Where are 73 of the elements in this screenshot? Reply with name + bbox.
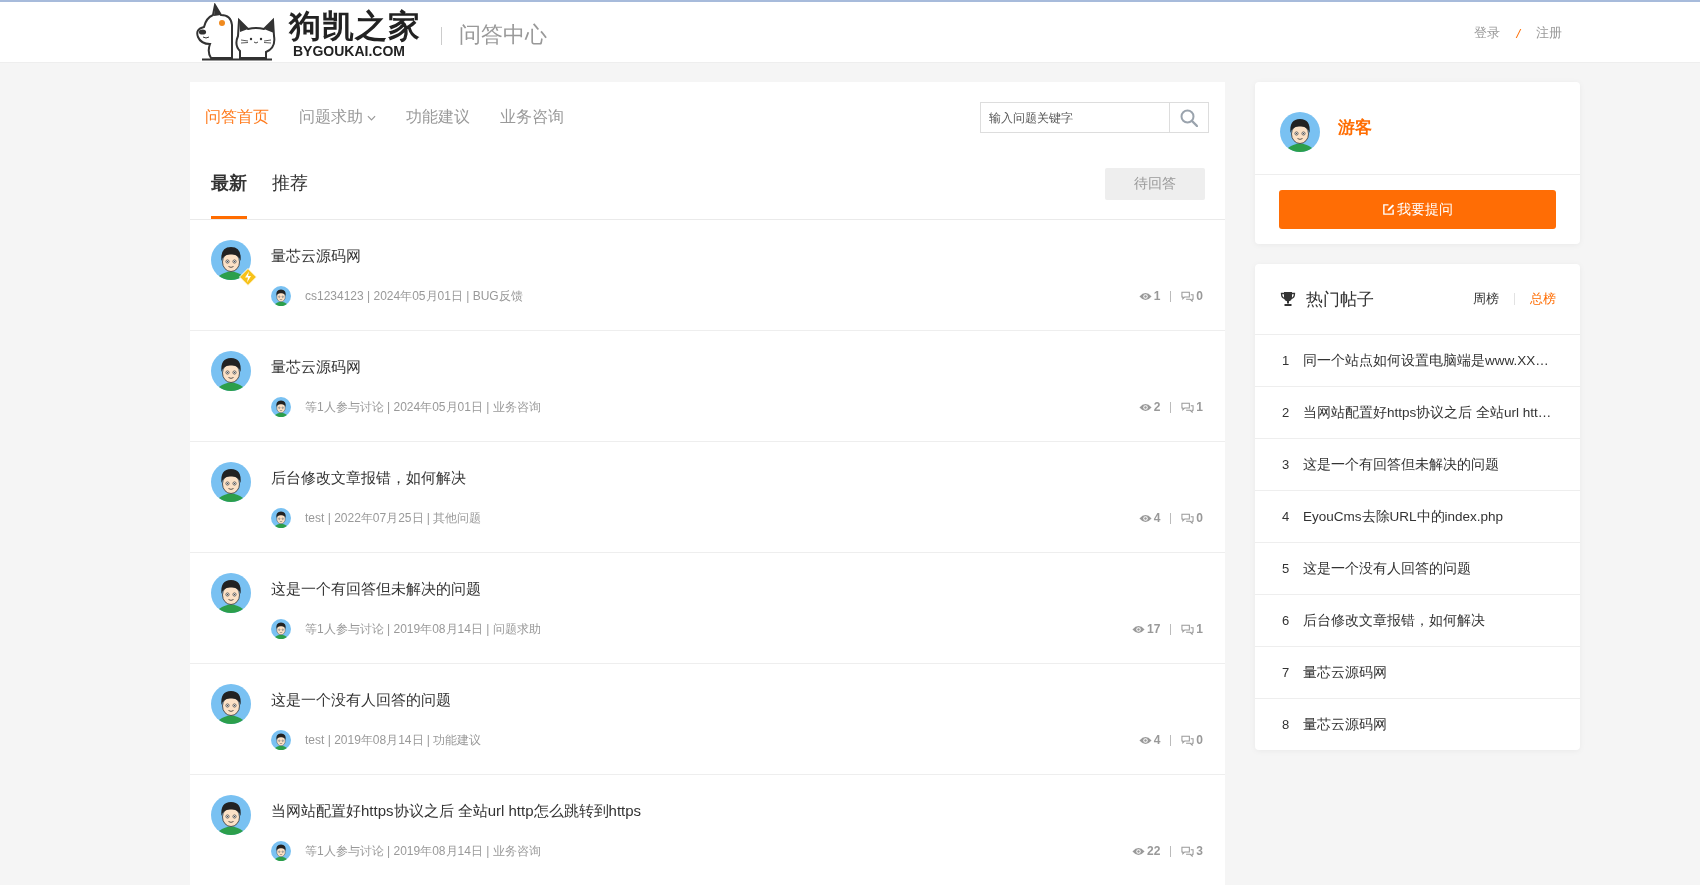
hot-posts-title: 热门帖子 — [1306, 288, 1374, 311]
logo-domain: BYGOUKAI.COM — [293, 43, 405, 59]
hot-post-title[interactable]: 量芯云源码网 — [1303, 715, 1387, 734]
comment-icon — [1181, 512, 1195, 524]
hot-post-title[interactable]: 这是一个有回答但未解决的问题 — [1303, 455, 1499, 474]
search-button[interactable] — [1170, 102, 1209, 133]
answer-count: 0 — [1196, 733, 1203, 747]
hot-post-title[interactable]: 量芯云源码网 — [1303, 663, 1387, 682]
avatar-icon — [1280, 112, 1320, 152]
view-count: 2 — [1153, 400, 1161, 414]
eye-icon — [1138, 291, 1152, 301]
view-count: 17 — [1146, 622, 1161, 636]
answer-count: 0 — [1196, 511, 1203, 525]
view-count: 4 — [1153, 733, 1161, 747]
hot-post-title[interactable]: 当网站配置好https协议之后 全站url htt… — [1303, 403, 1552, 422]
rank-number: 4 — [1282, 509, 1291, 524]
ranking-tab[interactable]: 周榜 — [1473, 290, 1499, 308]
comment-icon — [1181, 845, 1195, 857]
avatar-icon — [211, 240, 251, 280]
answer-count: 0 — [1196, 289, 1203, 303]
rank-number: 3 — [1282, 457, 1291, 472]
hot-post-title[interactable]: 后台修改文章报错，如何解决 — [1303, 611, 1485, 630]
edit-icon — [1382, 203, 1395, 216]
comment-icon — [1181, 734, 1195, 746]
rank-number: 2 — [1282, 405, 1291, 420]
avatar-icon — [271, 619, 291, 639]
question-title[interactable]: 量芯云源码网 — [271, 355, 361, 379]
question-meta: cs1234123 | 2024年05月01日 | BUG反馈 — [305, 287, 523, 305]
question-meta: test | 2022年07月25日 | 其他问题 — [305, 509, 482, 527]
rank-number: 6 — [1282, 613, 1291, 628]
view-count: 4 — [1153, 511, 1161, 525]
avatar-icon — [271, 841, 291, 861]
answer-count: 1 — [1196, 400, 1203, 414]
answer-count: 1 — [1196, 622, 1203, 636]
rank-number: 5 — [1282, 561, 1291, 576]
question-meta: 等1人参与讨论 | 2019年08月14日 | 业务咨询 — [305, 842, 541, 860]
hot-post-title[interactable]: 这是一个没有人回答的问题 — [1303, 559, 1471, 578]
hot-post-title[interactable]: 同一个站点如何设置电脑端是www.XX… — [1303, 351, 1549, 370]
comment-icon — [1181, 623, 1195, 635]
avatar-icon — [271, 397, 291, 417]
eye-icon — [1138, 402, 1152, 412]
search-icon — [1180, 108, 1198, 127]
question-title[interactable]: 这是一个有回答但未解决的问题 — [271, 577, 481, 601]
eye-icon — [1131, 846, 1145, 856]
logo-title: 狗凯之家 — [289, 9, 421, 43]
rank-number: 7 — [1282, 665, 1291, 680]
rank-number: 8 — [1282, 717, 1291, 732]
eye-icon — [1131, 624, 1145, 634]
question-title[interactable]: 量芯云源码网 — [271, 244, 361, 268]
question-title[interactable]: 后台修改文章报错，如何解决 — [271, 466, 466, 490]
question-meta: test | 2019年08月14日 | 功能建议 — [305, 731, 482, 749]
answer-count: 3 — [1196, 844, 1203, 858]
avatar-icon — [271, 730, 291, 750]
trophy-icon — [1280, 291, 1296, 307]
hot-post-title[interactable]: EyouCms去除URL中的index.php — [1303, 507, 1504, 526]
eye-icon — [1138, 735, 1152, 745]
comment-icon — [1181, 290, 1195, 302]
eye-icon — [1138, 513, 1152, 523]
avatar-icon — [271, 508, 291, 528]
view-count: 1 — [1153, 289, 1161, 303]
question-meta: 等1人参与讨论 | 2024年05月01日 | 业务咨询 — [305, 398, 541, 416]
search-field[interactable]: 输入问题关键字 — [980, 102, 1170, 133]
rank-number: 1 — [1282, 353, 1291, 368]
question-title[interactable]: 当网站配置好https协议之后 全站url http怎么跳转到https — [271, 799, 642, 823]
tab[interactable]: 推荐 — [272, 163, 308, 219]
avatar-icon — [271, 286, 291, 306]
question-title[interactable]: 这是一个没有人回答的问题 — [271, 688, 451, 712]
view-count: 22 — [1146, 844, 1161, 858]
section-title: 问答中心 — [459, 21, 547, 49]
auth-separator: / — [1516, 25, 1520, 41]
comment-icon — [1181, 401, 1195, 413]
tab[interactable]: 最新 — [211, 163, 247, 219]
question-meta: 等1人参与讨论 | 2019年08月14日 | 问题求助 — [305, 620, 541, 638]
